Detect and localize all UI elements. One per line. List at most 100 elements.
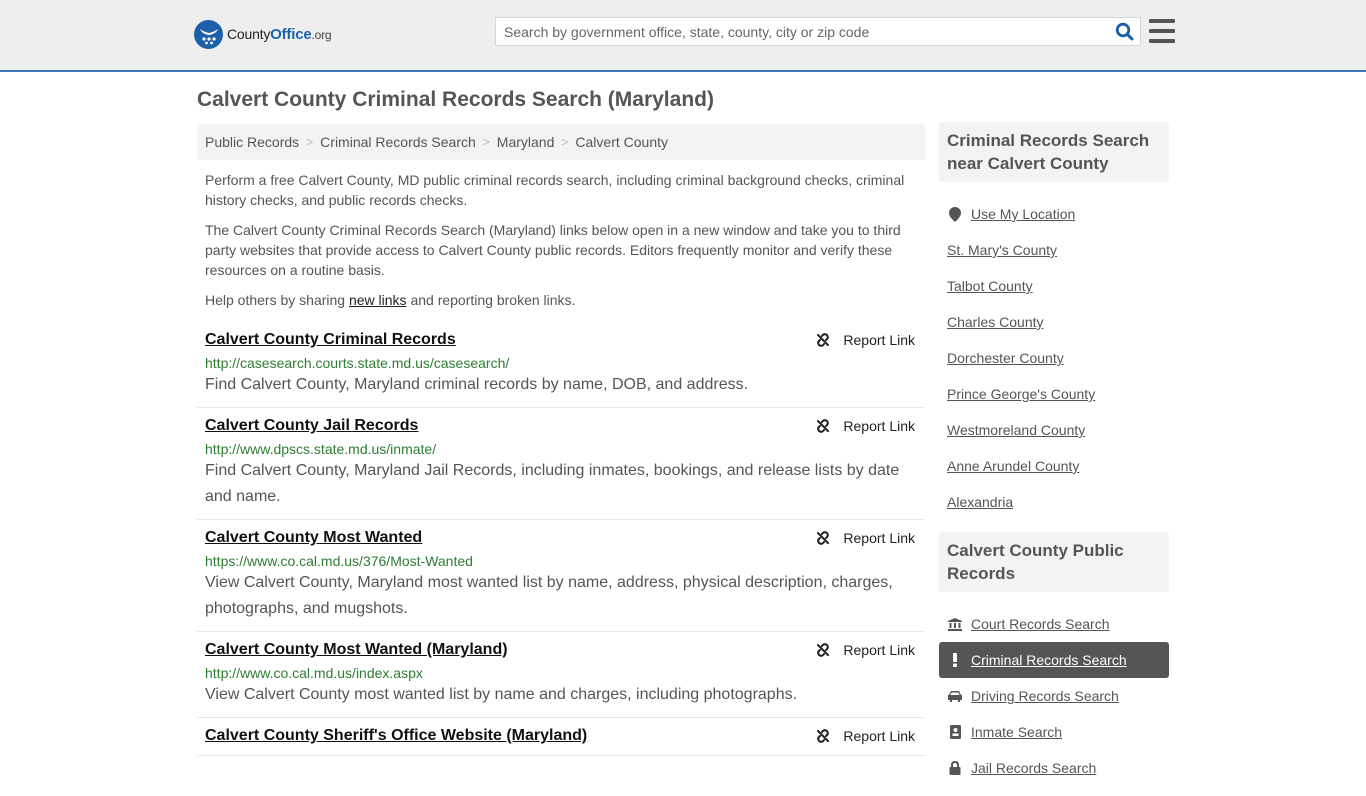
broken-link-icon: [817, 643, 830, 657]
nearby-link[interactable]: Westmoreland County: [947, 422, 1085, 438]
result-url: http://casesearch.courts.state.md.us/cas…: [205, 355, 510, 371]
result-description: View Calvert County most wanted list by …: [205, 686, 798, 703]
sidebar-link[interactable]: Criminal Records Search: [971, 652, 1127, 668]
nearby-item-westmoreland-county[interactable]: Westmoreland County: [939, 412, 1169, 448]
site-logo[interactable]: CountyOffice.org: [194, 20, 332, 49]
top-bar: CountyOffice.org: [0, 0, 1366, 72]
nearby-heading: Criminal Records Search near Calvert Cou…: [939, 122, 1169, 182]
logo-text: CountyOffice.org: [227, 26, 332, 43]
result-description: Find Calvert County, Maryland criminal r…: [205, 376, 749, 393]
report-link-button[interactable]: Report Link: [815, 726, 915, 746]
nearby-list: Use My Location St. Mary's County Talbot…: [939, 182, 1169, 530]
report-link-label: Report Link: [843, 530, 915, 546]
nearby-link[interactable]: Talbot County: [947, 278, 1033, 294]
broken-link-icon: [817, 333, 830, 347]
id-badge-icon: [947, 725, 963, 739]
use-my-location-link[interactable]: Use My Location: [971, 206, 1075, 222]
report-link-button[interactable]: Report Link: [815, 330, 915, 350]
sidebar-link[interactable]: Jail Records Search: [971, 760, 1096, 776]
logo-tld: .org: [311, 28, 332, 42]
nearby-link[interactable]: Dorchester County: [947, 350, 1064, 366]
sidebar: Criminal Records Search near Calvert Cou…: [939, 122, 1169, 796]
public-records-section: Calvert County Public Records Court Reco…: [939, 532, 1169, 796]
result-url: http://www.dpscs.state.md.us/inmate/: [205, 441, 437, 457]
breadcrumb-separator: >: [482, 135, 490, 149]
breadcrumb: Public Records > Criminal Records Search…: [197, 124, 925, 160]
result-url: https://www.co.cal.md.us/376/Most-Wanted: [205, 553, 473, 569]
result-title-link[interactable]: Calvert County Sheriff's Office Website …: [205, 726, 587, 746]
search-bar: [495, 17, 1141, 46]
result-title-link[interactable]: Calvert County Jail Records: [205, 416, 418, 436]
intro-p3-text-end: and reporting broken links.: [406, 292, 576, 308]
report-link-button[interactable]: Report Link: [815, 416, 915, 436]
intro-p3-text: Help others by sharing: [205, 292, 349, 308]
search-button[interactable]: [1108, 18, 1140, 45]
page-title: Calvert County Criminal Records Search (…: [197, 88, 714, 111]
result-title-link[interactable]: Calvert County Most Wanted (Maryland): [205, 640, 508, 660]
new-links-link[interactable]: new links: [349, 292, 407, 308]
result-title-link[interactable]: Calvert County Criminal Records: [205, 330, 456, 350]
breadcrumb-separator: >: [306, 135, 314, 149]
intro-text: Perform a free Calvert County, MD public…: [197, 170, 925, 310]
breadcrumb-separator: >: [561, 135, 569, 149]
sidebar-link[interactable]: Court Records Search: [971, 616, 1110, 632]
sidebar-link[interactable]: Inmate Search: [971, 724, 1062, 740]
breadcrumb-calvert-county[interactable]: Calvert County: [575, 134, 668, 150]
result-item: Calvert County Most Wanted (Maryland) Re…: [197, 632, 925, 718]
nearby-link[interactable]: Charles County: [947, 314, 1044, 330]
report-link-label: Report Link: [843, 728, 915, 744]
nearby-item-prince-georges-county[interactable]: Prince George's County: [939, 376, 1169, 412]
main-content: Public Records > Criminal Records Search…: [197, 124, 925, 756]
sidebar-item-criminal-records[interactable]: Criminal Records Search: [939, 642, 1169, 678]
intro-paragraph-1: Perform a free Calvert County, MD public…: [205, 172, 905, 208]
car-icon: [947, 690, 963, 702]
nearby-item-charles-county[interactable]: Charles County: [939, 304, 1169, 340]
breadcrumb-public-records[interactable]: Public Records: [205, 134, 299, 150]
search-icon: [1115, 22, 1133, 41]
report-link-label: Report Link: [843, 332, 915, 348]
nearby-item-anne-arundel-county[interactable]: Anne Arundel County: [939, 448, 1169, 484]
nearby-link[interactable]: Anne Arundel County: [947, 458, 1079, 474]
lock-icon: [947, 761, 963, 775]
sidebar-item-court-records[interactable]: Court Records Search: [939, 606, 1169, 642]
nearby-link[interactable]: St. Mary's County: [947, 242, 1057, 258]
nearby-item-dorchester-county[interactable]: Dorchester County: [939, 340, 1169, 376]
exclamation-icon: [947, 653, 963, 667]
breadcrumb-maryland[interactable]: Maryland: [497, 134, 555, 150]
intro-paragraph-2: The Calvert County Criminal Records Sear…: [205, 222, 901, 278]
public-records-heading: Calvert County Public Records: [939, 532, 1169, 592]
sidebar-item-inmate-search[interactable]: Inmate Search: [939, 714, 1169, 750]
result-item: Calvert County Most Wanted Report Link h…: [197, 520, 925, 632]
eagle-logo-icon: [194, 20, 223, 49]
nearby-link[interactable]: Prince George's County: [947, 386, 1095, 402]
report-link-button[interactable]: Report Link: [815, 528, 915, 548]
public-records-list: Court Records Search Criminal Records Se…: [939, 592, 1169, 796]
nearby-item-talbot-county[interactable]: Talbot County: [939, 268, 1169, 304]
breadcrumb-criminal-records-search[interactable]: Criminal Records Search: [320, 134, 476, 150]
nearby-link[interactable]: Alexandria: [947, 494, 1013, 510]
sidebar-item-driving-records[interactable]: Driving Records Search: [939, 678, 1169, 714]
nearby-item-alexandria[interactable]: Alexandria: [939, 484, 1169, 520]
sidebar-item-jail-records[interactable]: Jail Records Search: [939, 750, 1169, 786]
sidebar-link[interactable]: Driving Records Search: [971, 688, 1119, 704]
broken-link-icon: [817, 531, 830, 545]
result-item: Calvert County Criminal Records Report L…: [197, 322, 925, 408]
logo-brand: Office: [270, 26, 312, 43]
nearby-item-st-marys-county[interactable]: St. Mary's County: [939, 232, 1169, 268]
result-url: http://www.co.cal.md.us/index.aspx: [205, 665, 423, 681]
hamburger-menu-icon[interactable]: [1149, 19, 1175, 43]
use-my-location-item[interactable]: Use My Location: [939, 196, 1169, 232]
broken-link-icon: [817, 419, 830, 433]
result-item: Calvert County Jail Records Report Link …: [197, 408, 925, 520]
broken-link-icon: [817, 729, 830, 743]
logo-name: County: [227, 26, 271, 42]
result-description: Find Calvert County, Maryland Jail Recor…: [205, 462, 900, 505]
result-title-link[interactable]: Calvert County Most Wanted: [205, 528, 422, 548]
result-item: Calvert County Sheriff's Office Website …: [197, 718, 925, 756]
map-marker-icon: [947, 206, 963, 222]
search-input[interactable]: [496, 18, 1108, 45]
report-link-label: Report Link: [843, 642, 915, 658]
courthouse-icon: [947, 617, 963, 631]
report-link-button[interactable]: Report Link: [815, 640, 915, 660]
result-description: View Calvert County, Maryland most wante…: [205, 574, 893, 617]
